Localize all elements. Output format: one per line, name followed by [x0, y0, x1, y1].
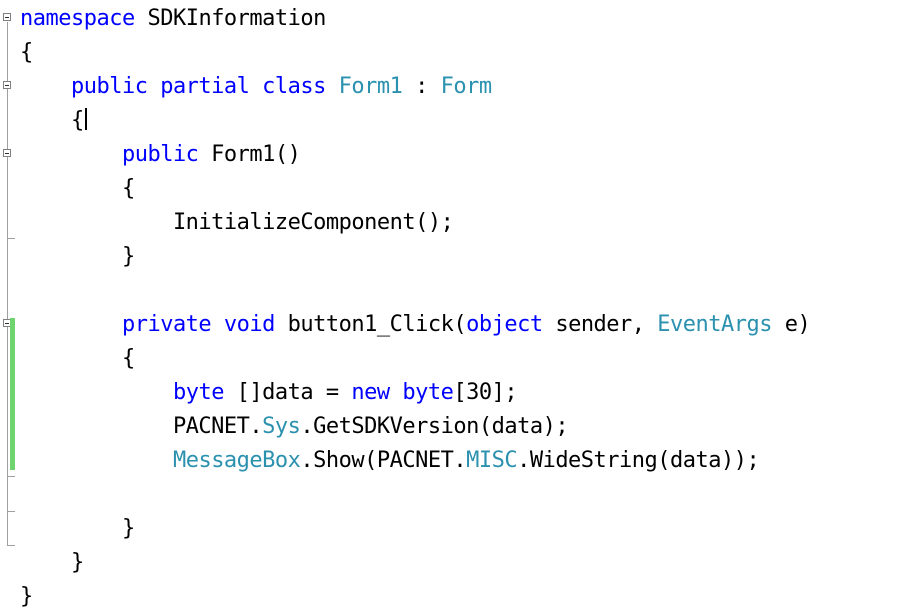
outline-guide-end: [7, 511, 15, 512]
type-token: Form: [440, 74, 492, 99]
code-line[interactable]: }: [20, 240, 135, 274]
keyword-token: byte: [172, 380, 224, 405]
collapse-constructor-icon[interactable]: [3, 149, 11, 157]
code-editor[interactable]: namespace SDKInformation { public partial…: [0, 0, 924, 609]
code-token: Form1(): [198, 142, 301, 167]
keyword-token: new byte: [351, 380, 454, 405]
code-line[interactable]: public Form1(): [20, 138, 301, 172]
collapse-namespace-icon[interactable]: [3, 13, 11, 21]
code-token: button1_Click(: [274, 312, 467, 337]
code-token: []data =: [223, 380, 352, 405]
changed-lines-marker: [10, 318, 15, 470]
collapse-class-icon[interactable]: [3, 81, 11, 89]
keyword-token: object: [466, 312, 543, 337]
code-token: .Show(PACNET.: [300, 448, 467, 473]
code-token: {: [20, 346, 135, 371]
code-line[interactable]: MessageBox.Show(PACNET.MISC.WideString(d…: [20, 444, 760, 478]
code-token: .WideString(data));: [517, 448, 760, 473]
code-line[interactable]: }: [20, 580, 33, 614]
code-token: .GetSDKVersion(data);: [300, 414, 569, 439]
code-line[interactable]: {: [20, 342, 135, 376]
code-line[interactable]: }: [20, 546, 84, 580]
code-line[interactable]: InitializeComponent();: [20, 206, 454, 240]
code-token: InitializeComponent();: [20, 210, 454, 235]
type-token: Form1: [338, 74, 403, 99]
code-line[interactable]: public partial class Form1 : Form: [20, 70, 492, 104]
code-token: e): [772, 312, 811, 337]
code-token: {: [20, 176, 135, 201]
code-token: }: [20, 584, 33, 609]
code-token: {: [20, 40, 33, 65]
type-token: EventArgs: [657, 312, 773, 337]
keyword-token: public partial class: [20, 74, 339, 99]
code-line[interactable]: {: [20, 36, 33, 70]
code-token: }: [20, 244, 135, 269]
code-token: {: [20, 108, 84, 133]
code-token: }: [20, 550, 84, 575]
code-line[interactable]: namespace SDKInformation: [20, 2, 326, 36]
code-token: PACNET.: [20, 414, 263, 439]
code-line[interactable]: private void button1_Click(object sender…: [20, 308, 811, 342]
type-token: Sys: [262, 414, 301, 439]
outline-guide-end: [7, 545, 15, 546]
type-token: MessageBox: [172, 448, 301, 473]
code-token: }: [20, 516, 135, 541]
code-token: SDKInformation: [134, 6, 326, 31]
code-token: :: [402, 74, 441, 99]
outline-gutter: [0, 0, 20, 558]
keyword-token: namespace: [20, 6, 135, 31]
code-token: sender,: [542, 312, 658, 337]
outline-guide-end: [7, 476, 15, 477]
text-cursor: [84, 108, 87, 130]
code-line[interactable]: {: [20, 104, 87, 138]
code-line[interactable]: }: [20, 512, 135, 546]
code-line[interactable]: byte []data = new byte[30];: [20, 376, 518, 410]
outline-guide: [7, 22, 8, 546]
code-line[interactable]: PACNET.Sys.GetSDKVersion(data);: [20, 410, 569, 444]
outline-guide-end: [7, 238, 15, 239]
keyword-token: private void: [20, 312, 275, 337]
type-token: MISC: [466, 448, 518, 473]
code-line[interactable]: {: [20, 172, 135, 206]
code-token: [30];: [453, 380, 518, 405]
keyword-token: public: [20, 142, 199, 167]
